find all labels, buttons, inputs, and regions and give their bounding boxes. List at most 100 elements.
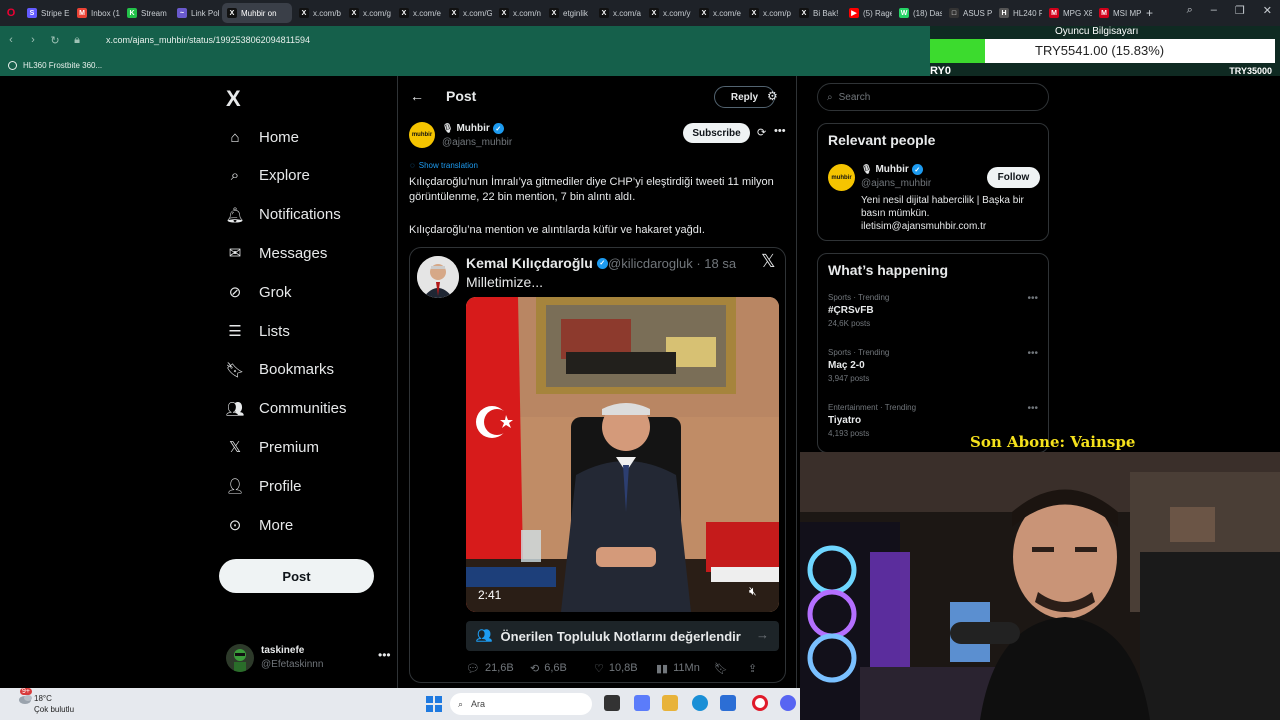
community-notes-prompt[interactable]: 👥︎ Önerilen Topluluk Notlarını değerlend…	[466, 621, 779, 651]
opera-browser-icon[interactable]	[752, 695, 768, 711]
browser-tab[interactable]: ▶ (5) Rage	[844, 3, 892, 23]
show-translation-link[interactable]: ◌ Show translation	[410, 161, 478, 170]
browser-tab[interactable]: M Inbox (1	[72, 3, 120, 23]
opera-logo-icon[interactable]: O	[0, 7, 22, 19]
quote-avatar[interactable]	[417, 256, 459, 298]
views-action[interactable]: ▮▮ 11Mn	[656, 662, 714, 675]
relevant-person-name[interactable]: 🎙︎ Muhbir ✓	[861, 164, 923, 175]
taskbar: 9+ 18°C Çok bulutlu ⌕ Ara	[0, 688, 800, 720]
sidebar-item-bookmarks[interactable]: 🔖︎ Bookmarks	[225, 357, 334, 383]
store-icon[interactable]	[720, 695, 736, 711]
person-icon: 👤︎	[225, 478, 245, 496]
sidebar-item-notifications[interactable]: 🔔︎ Notifications	[225, 202, 340, 228]
trend-item[interactable]: Sports · Trending Maç 2-0 3,947 posts •••	[828, 348, 1040, 396]
sidebar-item-home[interactable]: ⌂ Home	[226, 124, 299, 150]
reply-action[interactable]: 💬︎ 21,6B	[466, 662, 530, 675]
browser-tab[interactable]: Xx.com/e	[694, 3, 742, 23]
sidebar-item-lists[interactable]: ☰ Lists	[226, 318, 290, 344]
task-view-icon[interactable]	[604, 695, 620, 711]
file-explorer-icon[interactable]	[662, 695, 678, 711]
browser-tab[interactable]: S Stripe E	[22, 3, 70, 23]
browser-tab[interactable]: ~ Link Pol	[172, 3, 220, 23]
browser-tab[interactable]: K Stream	[122, 3, 170, 23]
reply-icon: 💬︎	[466, 662, 480, 675]
account-name: taskinefe	[261, 645, 305, 656]
browser-tab[interactable]: Xx.com/n	[494, 3, 542, 23]
x-logo-icon[interactable]: X	[226, 86, 241, 112]
tab-label: Bi Bak!	[813, 8, 839, 18]
more-dots-icon[interactable]: •••	[1027, 293, 1038, 304]
sidebar-item-grok[interactable]: ⊘ Grok	[226, 279, 292, 305]
back-arrow-icon[interactable]: ←	[410, 88, 424, 104]
minimize-button[interactable]: –	[1211, 4, 1217, 17]
browser-tab[interactable]: H HL240 F	[994, 3, 1042, 23]
browser-tab[interactable]: W (18) Das	[894, 3, 942, 23]
browser-tab[interactable]: Xetginlik	[544, 3, 592, 23]
back-nav-icon[interactable]: ‹	[0, 34, 22, 46]
forward-nav-icon[interactable]: ›	[22, 34, 44, 46]
post-button[interactable]: Post	[219, 559, 374, 593]
repost-action[interactable]: ⟲ 6,6B	[530, 662, 594, 675]
search-tabs-icon[interactable]: ⌕	[1187, 4, 1193, 17]
browser-tab[interactable]: M MPG X8	[1044, 3, 1092, 23]
grok-icon[interactable]: ⟳	[757, 126, 766, 139]
quoted-tweet[interactable]: Kemal Kılıçdaroğlu ✓ @kilicdarogluk · 18…	[409, 247, 786, 683]
follow-button[interactable]: Follow	[987, 167, 1040, 188]
browser-tab[interactable]: X Muhbir on	[222, 3, 292, 23]
url-field[interactable]: x.com/ajans_muhbir/status/19925380620948…	[106, 35, 310, 45]
browser-tab[interactable]: Xx.com/a	[594, 3, 642, 23]
more-dots-icon[interactable]: •••	[774, 125, 786, 137]
sidebar-item-profile[interactable]: 👤︎ Profile	[225, 473, 301, 499]
browser-tab[interactable]: Xx.com/y	[644, 3, 692, 23]
author-avatar[interactable]: muhbir	[409, 122, 435, 148]
browser-tab[interactable]: X Bi Bak!	[794, 3, 842, 23]
video-player[interactable]: 2:41 🔇︎	[466, 297, 779, 612]
sidebar-item-communities[interactable]: 👥︎ Communities	[225, 396, 346, 422]
discord-icon[interactable]	[780, 695, 796, 711]
sliders-icon[interactable]: ⚙︎	[767, 89, 778, 103]
windows-start-icon[interactable]	[426, 696, 442, 712]
reply-button[interactable]: Reply	[714, 86, 775, 108]
more-dots-icon[interactable]: •••	[1027, 403, 1038, 414]
edge-browser-icon[interactable]	[692, 695, 708, 711]
author-handle[interactable]: @ajans_muhbir	[442, 137, 512, 148]
maximize-button[interactable]: ❐	[1235, 4, 1245, 17]
sidebar-item-messages[interactable]: ✉ Messages	[226, 240, 328, 266]
bookmark-action[interactable]: 🔖︎	[714, 662, 748, 675]
new-tab-button[interactable]: +	[1146, 6, 1153, 20]
view-count: 11Mn	[673, 662, 700, 674]
tab-label: x.com/a	[613, 8, 642, 18]
search-input[interactable]: ⌕ Search	[817, 83, 1049, 111]
browser-tab[interactable]: M MSI MP	[1094, 3, 1142, 23]
browser-tab[interactable]: Xx.com/e	[394, 3, 442, 23]
close-window-button[interactable]: ✕	[1263, 4, 1272, 17]
show-translation-text: Show translation	[418, 161, 478, 170]
browser-tab[interactable]: Xx.com/g	[344, 3, 392, 23]
account-switcher[interactable]: taskinefe @Efetaskinnn •••	[226, 643, 391, 673]
browser-tab[interactable]: Xx.com/p	[744, 3, 792, 23]
x-icon: 𝕏	[228, 439, 242, 457]
bookmark-item[interactable]: HL360 Frostbite 360...	[23, 61, 102, 70]
quote-author-name[interactable]: Kemal Kılıçdaroğlu ✓	[466, 255, 608, 271]
author-name[interactable]: 🎙︎ Muhbir ✓	[442, 123, 504, 134]
copilot-icon[interactable]	[634, 695, 650, 711]
taskbar-search-placeholder: Ara	[471, 699, 486, 709]
sidebar-item-more[interactable]: ⊙ More	[226, 512, 293, 538]
mute-icon[interactable]: 🔇︎	[749, 584, 757, 599]
tab-favicon-icon: X	[549, 8, 559, 18]
reload-icon[interactable]: ↻	[44, 34, 66, 47]
more-dots-icon[interactable]: •••	[1027, 348, 1038, 359]
browser-tab[interactable]: Xx.com/b	[294, 3, 342, 23]
like-action[interactable]: ♡ 10,8B	[594, 662, 656, 675]
trend-item[interactable]: Sports · Trending #ÇRSvFB 24,6K posts •••	[828, 293, 1040, 341]
subscribe-button[interactable]: Subscribe	[683, 123, 750, 143]
browser-tab[interactable]: □ ASUS P	[944, 3, 992, 23]
taskbar-search[interactable]: ⌕ Ara	[450, 693, 592, 715]
sidebar-item-explore[interactable]: ⌕ Explore	[226, 163, 310, 189]
sidebar-item-premium[interactable]: 𝕏 Premium	[226, 434, 319, 460]
tab-favicon-icon: X	[599, 8, 609, 18]
avatar[interactable]: muhbir	[828, 164, 855, 191]
more-dots-icon[interactable]: •••	[378, 648, 391, 662]
share-action[interactable]: ⇪	[748, 662, 757, 675]
browser-tab[interactable]: Xx.com/G	[444, 3, 492, 23]
